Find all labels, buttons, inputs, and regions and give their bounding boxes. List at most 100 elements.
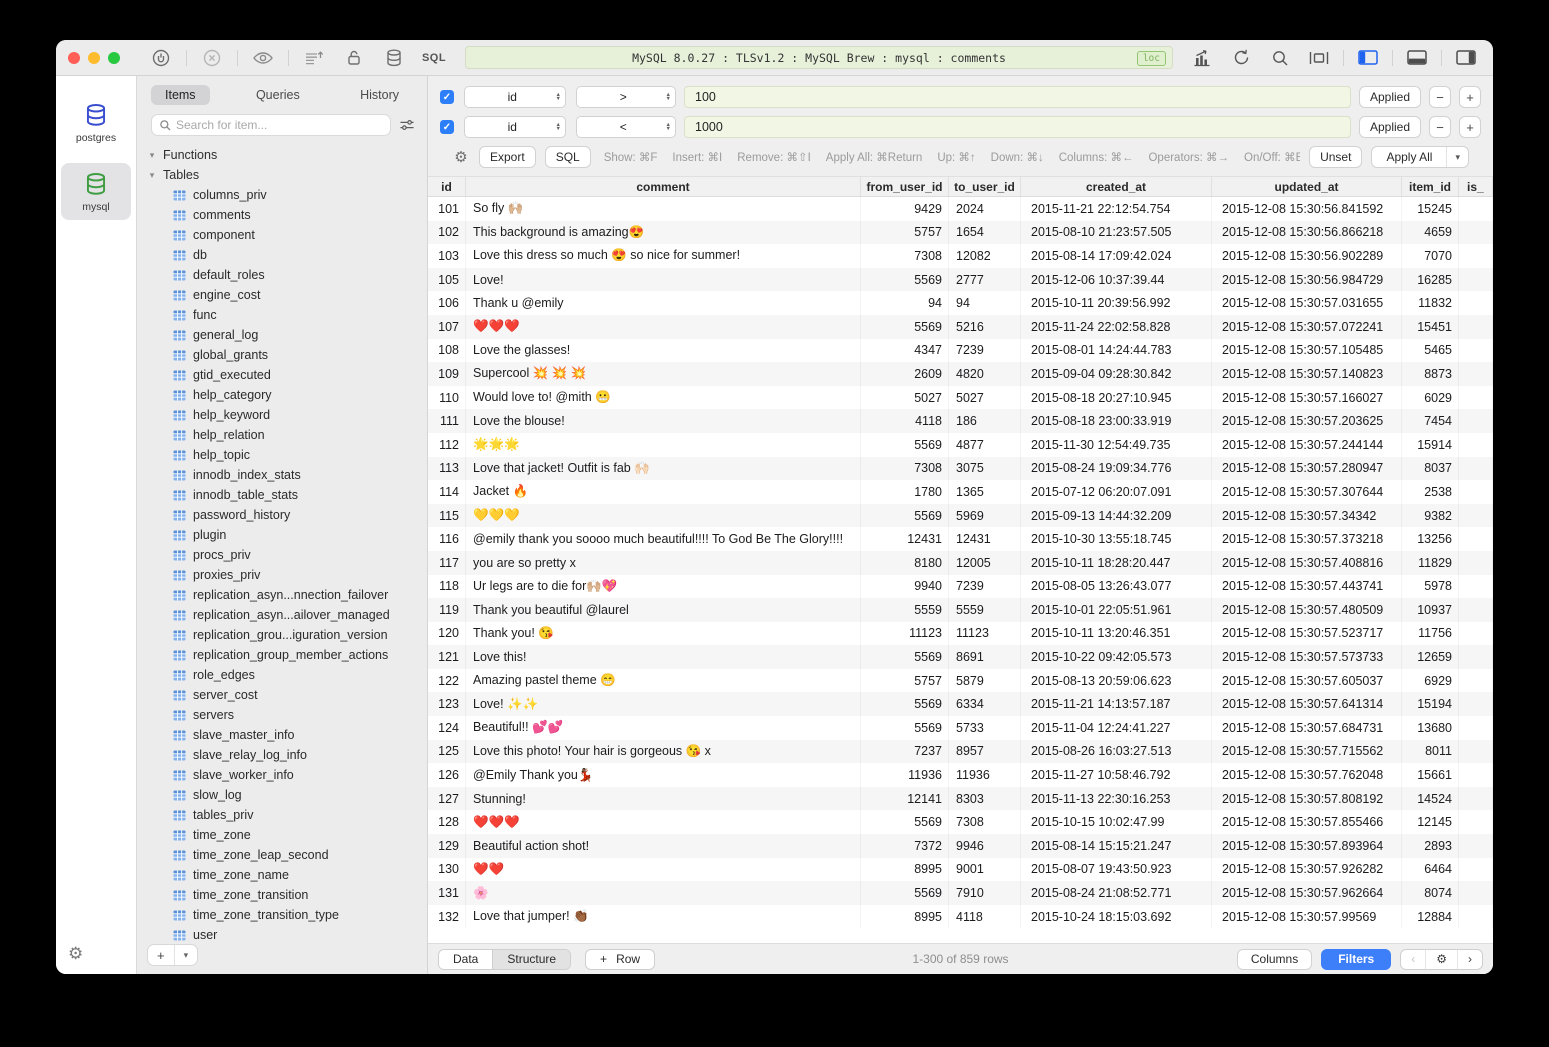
cell-item-id[interactable]: 15661 bbox=[1402, 763, 1459, 787]
cell-created-at[interactable]: 2015-11-24 22:02:58.828 bbox=[1021, 315, 1212, 339]
cell-comment[interactable]: This background is amazing😍 bbox=[466, 221, 861, 245]
sidebar-item-table[interactable]: replication_group_member_actions bbox=[147, 645, 427, 665]
table-row[interactable]: 119 Thank you beautiful @laurel 5559 555… bbox=[428, 598, 1493, 622]
cell-is[interactable] bbox=[1459, 858, 1493, 882]
cell-is[interactable] bbox=[1459, 221, 1493, 245]
cell-updated-at[interactable]: 2015-12-08 15:30:57.34342 bbox=[1212, 504, 1402, 528]
cell-comment[interactable]: Supercool 💥 💥 💥 bbox=[466, 362, 861, 386]
cell-to-user-id[interactable]: 7239 bbox=[949, 339, 1021, 363]
cell-updated-at[interactable]: 2015-12-08 15:30:57.605037 bbox=[1212, 669, 1402, 693]
cell-from-user-id[interactable]: 5569 bbox=[861, 433, 949, 457]
settings-gear-icon[interactable]: ⚙ bbox=[68, 944, 83, 964]
column-header-is[interactable]: is_ bbox=[1459, 177, 1493, 196]
cell-is[interactable] bbox=[1459, 339, 1493, 363]
sidebar-search[interactable] bbox=[151, 114, 391, 136]
cell-to-user-id[interactable]: 12005 bbox=[949, 551, 1021, 575]
cell-to-user-id[interactable]: 8303 bbox=[949, 787, 1021, 811]
cell-is[interactable] bbox=[1459, 716, 1493, 740]
cell-is[interactable] bbox=[1459, 315, 1493, 339]
sidebar-item-table[interactable]: default_roles bbox=[147, 265, 427, 285]
cell-updated-at[interactable]: 2015-12-08 15:30:57.140823 bbox=[1212, 362, 1402, 386]
cell-comment[interactable]: Love this! bbox=[466, 645, 861, 669]
table-row[interactable]: 101 So fly 🙌🏼 9429 2024 2015-11-21 22:12… bbox=[428, 197, 1493, 221]
toggle-bottom-panel-icon[interactable] bbox=[1402, 47, 1432, 69]
cell-updated-at[interactable]: 2015-12-08 15:30:57.684731 bbox=[1212, 716, 1402, 740]
filters-button[interactable]: Filters bbox=[1321, 949, 1391, 970]
table-row[interactable]: 127 Stunning! 12141 8303 2015-11-13 22:3… bbox=[428, 787, 1493, 811]
cell-comment[interactable]: Love this photo! Your hair is gorgeous 😘… bbox=[466, 740, 861, 764]
database-icon[interactable] bbox=[379, 47, 409, 69]
cell-id[interactable]: 126 bbox=[428, 763, 466, 787]
cell-created-at[interactable]: 2015-11-04 12:24:41.227 bbox=[1021, 716, 1212, 740]
cell-item-id[interactable]: 9382 bbox=[1402, 504, 1459, 528]
cell-is[interactable] bbox=[1459, 810, 1493, 834]
cell-comment[interactable]: 💛💛💛 bbox=[466, 504, 861, 528]
cell-updated-at[interactable]: 2015-12-08 15:30:57.280947 bbox=[1212, 457, 1402, 481]
columns-button[interactable]: Columns bbox=[1237, 949, 1312, 970]
zoom-button[interactable] bbox=[108, 52, 120, 64]
cell-from-user-id[interactable]: 12431 bbox=[861, 527, 949, 551]
filter-sliders-icon[interactable] bbox=[399, 118, 415, 132]
cell-created-at[interactable]: 2015-10-15 10:02:47.99 bbox=[1021, 810, 1212, 834]
table-row[interactable]: 116 @emily thank you soooo much beautifu… bbox=[428, 527, 1493, 551]
cell-to-user-id[interactable]: 7308 bbox=[949, 810, 1021, 834]
cell-item-id[interactable]: 8074 bbox=[1402, 881, 1459, 905]
cell-is[interactable] bbox=[1459, 457, 1493, 481]
unset-button[interactable]: Unset bbox=[1309, 146, 1362, 168]
cell-id[interactable]: 128 bbox=[428, 810, 466, 834]
table-row[interactable]: 105 Love! 5569 2777 2015-12-06 10:37:39.… bbox=[428, 268, 1493, 292]
cell-created-at[interactable]: 2015-08-18 20:27:10.945 bbox=[1021, 386, 1212, 410]
cell-item-id[interactable]: 5978 bbox=[1402, 575, 1459, 599]
cell-id[interactable]: 121 bbox=[428, 645, 466, 669]
filter-column-dropdown[interactable]: id ▲▼ bbox=[464, 86, 566, 108]
cell-from-user-id[interactable]: 94 bbox=[861, 291, 949, 315]
table-row[interactable]: 108 Love the glasses! 4347 7239 2015-08-… bbox=[428, 339, 1493, 363]
cell-comment[interactable]: Beautiful action shot! bbox=[466, 834, 861, 858]
cell-from-user-id[interactable]: 8995 bbox=[861, 858, 949, 882]
cell-created-at[interactable]: 2015-11-21 14:13:57.187 bbox=[1021, 692, 1212, 716]
cell-to-user-id[interactable]: 7910 bbox=[949, 881, 1021, 905]
cell-item-id[interactable]: 2538 bbox=[1402, 480, 1459, 504]
cell-updated-at[interactable]: 2015-12-08 15:30:57.926282 bbox=[1212, 858, 1402, 882]
cell-is[interactable] bbox=[1459, 386, 1493, 410]
cell-id[interactable]: 108 bbox=[428, 339, 466, 363]
cell-created-at[interactable]: 2015-10-30 13:55:18.745 bbox=[1021, 527, 1212, 551]
sidebar-item-table[interactable]: password_history bbox=[147, 505, 427, 525]
cell-id[interactable]: 112 bbox=[428, 433, 466, 457]
cell-to-user-id[interactable]: 12431 bbox=[949, 527, 1021, 551]
column-header-comment[interactable]: comment bbox=[466, 177, 861, 196]
cell-is[interactable] bbox=[1459, 763, 1493, 787]
table-row[interactable]: 122 Amazing pastel theme 😁 5757 5879 201… bbox=[428, 669, 1493, 693]
cell-comment[interactable]: @emily thank you soooo much beautiful!!!… bbox=[466, 527, 861, 551]
cell-comment[interactable]: Beautiful!! 💕💕 bbox=[466, 716, 861, 740]
cell-id[interactable]: 118 bbox=[428, 575, 466, 599]
sidebar-item-table[interactable]: slave_worker_info bbox=[147, 765, 427, 785]
filter-checkbox[interactable]: ✓ bbox=[440, 120, 454, 134]
cell-to-user-id[interactable]: 2024 bbox=[949, 197, 1021, 221]
cell-comment[interactable]: ❤️❤️❤️ bbox=[466, 315, 861, 339]
cell-is[interactable] bbox=[1459, 787, 1493, 811]
cell-comment[interactable]: 🌸 bbox=[466, 881, 861, 905]
tab-items[interactable]: Items bbox=[151, 85, 210, 105]
table-row[interactable]: 132 Love that jumper! 👏🏾 8995 4118 2015-… bbox=[428, 905, 1493, 929]
table-row[interactable]: 106 Thank u @emily 94 94 2015-10-11 20:3… bbox=[428, 291, 1493, 315]
cell-updated-at[interactable]: 2015-12-08 15:30:57.031655 bbox=[1212, 291, 1402, 315]
cell-from-user-id[interactable]: 8995 bbox=[861, 905, 949, 929]
tab-queries[interactable]: Queries bbox=[242, 85, 314, 105]
table-row[interactable]: 129 Beautiful action shot! 7372 9946 201… bbox=[428, 834, 1493, 858]
add-filter-button[interactable]: + bbox=[1459, 116, 1481, 138]
connection-mysql[interactable]: mysql bbox=[61, 163, 131, 220]
cell-to-user-id[interactable]: 186 bbox=[949, 409, 1021, 433]
cell-to-user-id[interactable]: 8957 bbox=[949, 740, 1021, 764]
cell-updated-at[interactable]: 2015-12-08 15:30:57.641314 bbox=[1212, 692, 1402, 716]
cell-item-id[interactable]: 6029 bbox=[1402, 386, 1459, 410]
cell-comment[interactable]: Thank you beautiful @laurel bbox=[466, 598, 861, 622]
cell-created-at[interactable]: 2015-12-06 10:37:39.44 bbox=[1021, 268, 1212, 292]
sidebar-item-table[interactable]: time_zone bbox=[147, 825, 427, 845]
close-button[interactable] bbox=[68, 52, 80, 64]
prev-page-icon[interactable]: ‹ bbox=[1401, 950, 1425, 969]
cell-is[interactable] bbox=[1459, 291, 1493, 315]
cell-comment[interactable]: Amazing pastel theme 😁 bbox=[466, 669, 861, 693]
cell-from-user-id[interactable]: 9429 bbox=[861, 197, 949, 221]
sidebar-item-table[interactable]: server_cost bbox=[147, 685, 427, 705]
